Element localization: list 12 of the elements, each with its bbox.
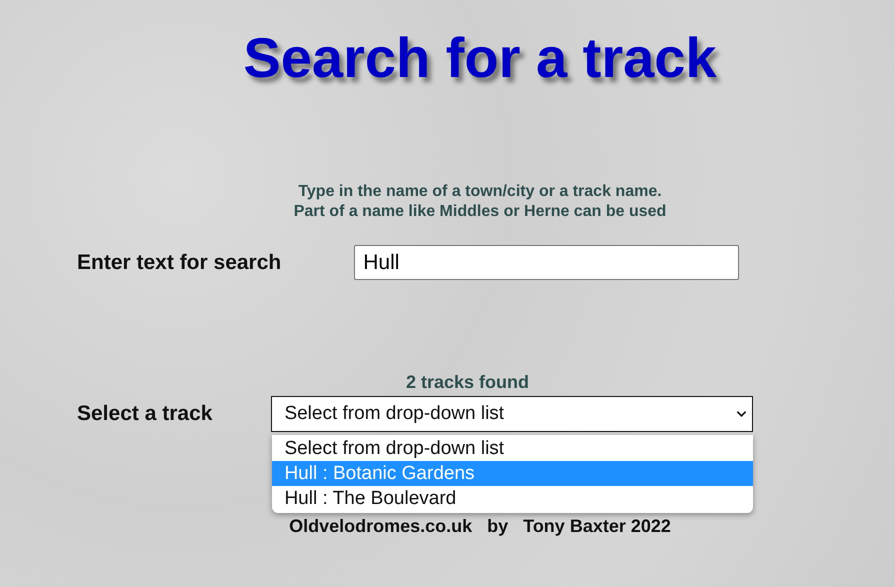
dropdown-option[interactable]: Select from drop-down list [272, 436, 754, 461]
footer-text: Oldvelodromes.co.uk by Tony Baxter 2022 [288, 516, 672, 537]
instruction-text: Part of a name like Middles or Herne can be used [292, 202, 668, 222]
page-title: Search for a track [242, 25, 718, 90]
search-field[interactable]: Hull [354, 245, 740, 280]
result-count: 2 tracks found [404, 371, 530, 393]
track-dropdown[interactable]: Select from drop-down list [271, 396, 754, 432]
chevron-down-icon [736, 410, 748, 418]
field-label: Enter text for search [77, 250, 282, 274]
field-label: Select a track [77, 402, 212, 426]
instruction-text: Type in the name of a town/city or a track name. [297, 182, 663, 202]
dropdown-option[interactable]: Hull : The Boulevard [272, 486, 754, 511]
